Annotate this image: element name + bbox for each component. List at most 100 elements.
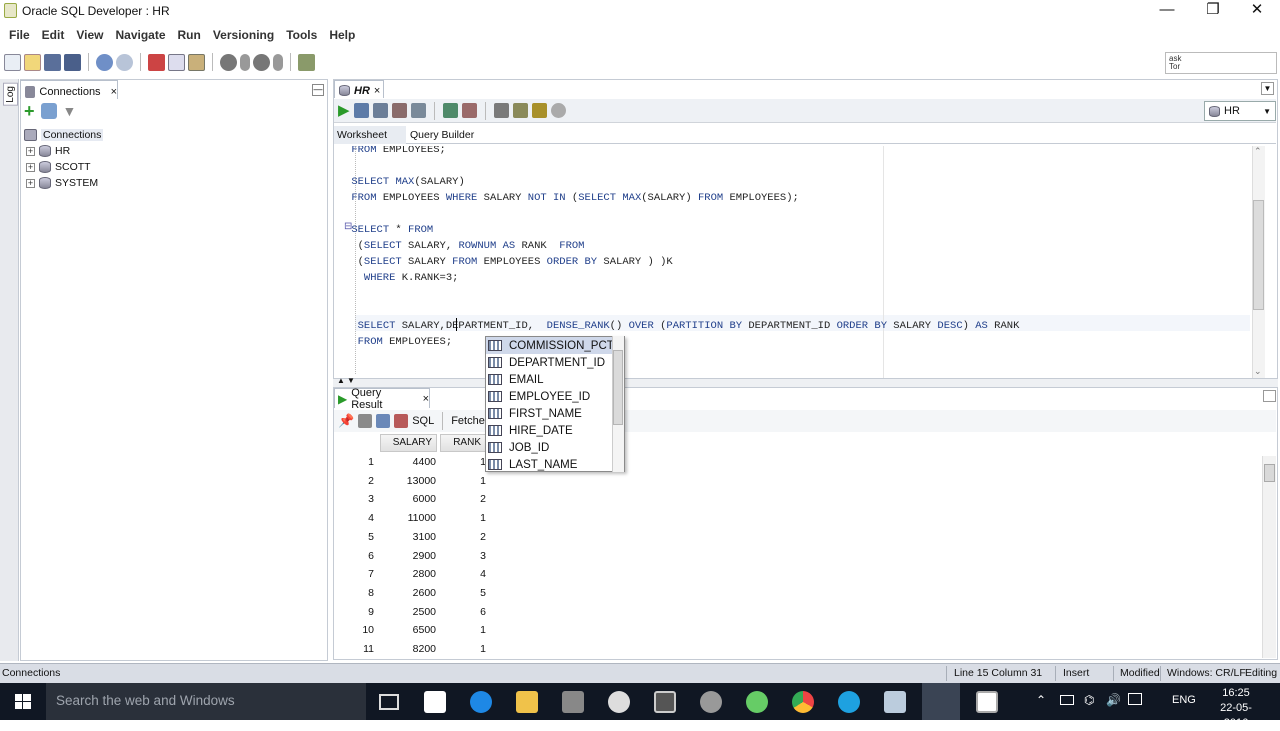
migration-icon[interactable]	[298, 53, 315, 71]
rollback-icon[interactable]	[391, 103, 407, 118]
cell-salary[interactable]: 4400	[380, 453, 436, 471]
language-indicator[interactable]: ENG	[1172, 694, 1196, 706]
cut-icon[interactable]	[148, 53, 165, 71]
chrome-browser-icon[interactable]	[792, 691, 814, 713]
autocomplete-scroll-thumb[interactable]	[613, 350, 623, 425]
cell-salary[interactable]: 6500	[380, 621, 436, 639]
code-line[interactable]: SELECT SALARY,DEPARTMENT_ID, DENSE_RANK(…	[345, 318, 1020, 334]
cell-salary[interactable]: 2800	[380, 565, 436, 583]
volume-icon[interactable]: 🔊	[1106, 693, 1121, 707]
cell-salary[interactable]: 3100	[380, 528, 436, 546]
tab-query-builder[interactable]: Query Builder	[406, 126, 478, 144]
autocomplete-item[interactable]: LAST_NAME	[486, 456, 624, 471]
refresh-result-icon[interactable]	[376, 414, 391, 428]
code-line[interactable]: (SELECT SALARY FROM EMPLOYEES ORDER BY S…	[345, 254, 673, 270]
code-line[interactable]: SELECT * FROM	[345, 222, 433, 238]
start-button[interactable]	[0, 683, 46, 720]
sql-editor[interactable]: FROM EMPLOYEES; SELECT MAX(SALARY) FROM …	[345, 146, 1250, 376]
commit-icon[interactable]	[372, 103, 388, 118]
cell-rank[interactable]: 4	[440, 565, 486, 583]
refresh-icon[interactable]	[40, 103, 57, 119]
search-input[interactable]: ask Tor	[1165, 52, 1277, 74]
run-statement-icon[interactable]: ▶	[338, 103, 350, 118]
autocomplete-item[interactable]: JOB_ID	[486, 439, 624, 456]
menu-view[interactable]: View	[70, 24, 109, 46]
cell-salary[interactable]: 2500	[380, 603, 436, 621]
task-view-icon[interactable]	[379, 694, 399, 710]
redo-icon[interactable]	[116, 53, 133, 71]
cell-rank[interactable]: 6	[440, 603, 486, 621]
connections-tab-close-icon[interactable]: ×	[111, 86, 117, 98]
music-app-icon[interactable]	[746, 691, 768, 713]
menu-versioning[interactable]: Versioning	[207, 24, 280, 46]
sql-history-icon[interactable]	[493, 103, 509, 118]
autocomplete-item[interactable]: HIRE_DATE	[486, 422, 624, 439]
skype-icon[interactable]	[838, 691, 860, 713]
cell-rank[interactable]: 1	[440, 509, 486, 527]
code-line[interactable]: WHERE K.RANK=3;	[345, 270, 459, 286]
menu-file[interactable]: File	[3, 24, 36, 46]
battery-icon[interactable]	[1060, 695, 1074, 705]
format-icon[interactable]	[531, 103, 547, 118]
editor-menu-dropdown[interactable]: ▼	[1261, 82, 1274, 95]
maximize-button[interactable]: ❐	[1190, 0, 1236, 22]
save-all-icon[interactable]	[64, 53, 81, 71]
cell-salary[interactable]: 13000	[380, 472, 436, 490]
whiteboard-app-icon[interactable]	[976, 691, 998, 713]
open-folder-icon[interactable]	[24, 53, 41, 71]
autotrace-icon[interactable]	[442, 103, 458, 118]
network-icon[interactable]: ⌬	[1084, 693, 1094, 707]
forward-dropdown-icon[interactable]	[273, 53, 283, 71]
row-number[interactable]: 8	[340, 584, 374, 602]
code-line[interactable]: SELECT MAX(SALARY)	[345, 174, 464, 190]
copy-icon[interactable]	[168, 53, 185, 71]
code-line[interactable]: (SELECT SALARY, ROWNUM AS RANK FROM	[345, 238, 585, 254]
collapse-up-icon[interactable]: ▲	[337, 376, 345, 385]
run-script-icon[interactable]	[353, 103, 369, 118]
tray-chevron-icon[interactable]: ⌃	[1036, 693, 1046, 707]
close-button[interactable]: ✕	[1234, 0, 1280, 22]
editor-result-splitter[interactable]: ▲ ▼	[333, 376, 1278, 387]
cell-salary[interactable]: 6000	[380, 490, 436, 508]
scroll-up-icon[interactable]: ⌃	[1254, 146, 1262, 157]
column-header-salary[interactable]: SALARY	[380, 434, 437, 452]
code-line[interactable]: FROM EMPLOYEES WHERE SALARY NOT IN (SELE…	[345, 190, 799, 206]
tab-worksheet[interactable]: Worksheet	[334, 126, 406, 144]
cell-salary[interactable]: 2600	[380, 584, 436, 602]
result-restore-button[interactable]	[1263, 390, 1276, 402]
minimize-button[interactable]: —	[1144, 0, 1190, 22]
row-number[interactable]: 3	[340, 490, 374, 508]
cell-salary[interactable]: 2900	[380, 547, 436, 565]
game-app-icon[interactable]	[700, 691, 722, 713]
expand-icon[interactable]: +	[26, 162, 35, 172]
back-dropdown-icon[interactable]	[240, 53, 250, 71]
cell-salary[interactable]: 8200	[380, 640, 436, 658]
tab-query-result[interactable]: ▶ Query Result ×	[334, 387, 430, 411]
query-result-close-icon[interactable]: ×	[423, 393, 429, 405]
store-icon[interactable]	[424, 691, 446, 713]
file-explorer-icon[interactable]	[516, 691, 538, 713]
row-number[interactable]: 7	[340, 565, 374, 583]
cell-rank[interactable]: 1	[440, 640, 486, 658]
tab-connections[interactable]: Connections ×	[20, 80, 118, 99]
hr-tab-close-icon[interactable]: ×	[374, 85, 380, 97]
log-side-tab[interactable]: Log	[0, 79, 19, 661]
editor-scroll-thumb[interactable]	[1253, 200, 1264, 310]
delete-result-icon[interactable]	[394, 414, 409, 428]
clock[interactable]: 16:25 22-05-2016	[1208, 686, 1264, 731]
row-number[interactable]: 1	[340, 453, 374, 471]
explain-plan-icon[interactable]	[410, 103, 426, 118]
row-number[interactable]: 4	[340, 509, 374, 527]
media-app-icon[interactable]	[608, 691, 630, 713]
cell-rank[interactable]: 2	[440, 490, 486, 508]
row-number[interactable]: 2	[340, 472, 374, 490]
notifications-icon[interactable]	[1128, 693, 1142, 705]
result-vertical-scrollbar[interactable]	[1262, 456, 1276, 658]
cell-rank[interactable]: 1	[440, 621, 486, 639]
cell-rank[interactable]: 1	[440, 453, 486, 471]
notes-app-icon[interactable]	[884, 691, 906, 713]
save-icon[interactable]	[44, 53, 61, 71]
autocomplete-item[interactable]: DEPARTMENT_ID	[486, 354, 624, 371]
menu-run[interactable]: Run	[172, 24, 207, 46]
autocomplete-item[interactable]: FIRST_NAME	[486, 405, 624, 422]
